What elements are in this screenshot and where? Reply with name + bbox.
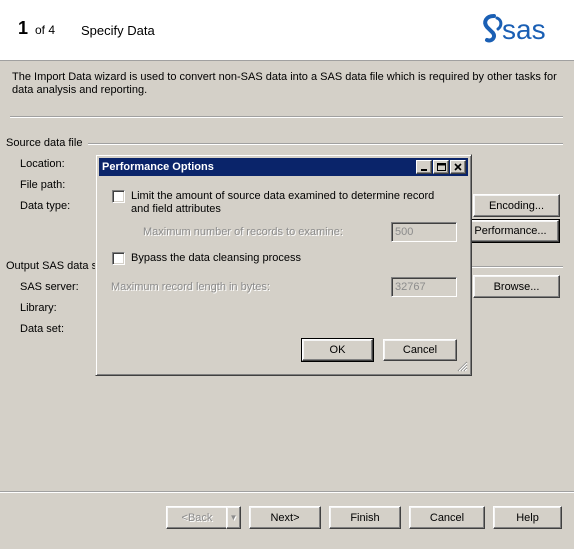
max-record-length-input[interactable]: 32767 (391, 277, 457, 297)
output-section-title: Output SAS data s (6, 260, 104, 272)
minimize-icon[interactable] (416, 160, 432, 174)
step-of-total: of 4 (35, 23, 56, 37)
dialog-title: Performance Options (102, 161, 214, 173)
resize-grip-icon[interactable] (456, 360, 468, 372)
next-button[interactable]: Next> (249, 506, 321, 529)
encoding-button[interactable]: Encoding... (473, 194, 560, 217)
source-section-line (10, 143, 563, 145)
bypass-cleansing-checkbox[interactable] (112, 252, 125, 265)
ok-button-label: OK (329, 344, 346, 356)
library-label: Library: (20, 302, 57, 314)
back-button[interactable]: <Back (166, 506, 228, 529)
bypass-cleansing-label: Bypass the data cleansing process (131, 252, 301, 264)
max-records-label: Maximum number of records to examine: (143, 226, 343, 238)
help-button[interactable]: Help (493, 506, 562, 529)
browse-button[interactable]: Browse... (473, 275, 560, 298)
finish-button[interactable]: Finish (329, 506, 401, 529)
next-button-label: Next> (270, 511, 300, 524)
sas-server-label: SAS server: (20, 281, 79, 293)
cancel-button[interactable]: Cancel (409, 506, 485, 529)
dialog-cancel-button[interactable]: Cancel (383, 339, 457, 361)
max-record-length-label: Maximum record length in bytes: (111, 281, 270, 293)
maximize-icon[interactable] (433, 160, 449, 174)
dialog-cancel-button-label: Cancel (402, 344, 438, 356)
footer-separator (0, 491, 574, 493)
back-dropdown-button[interactable]: ▼ (226, 506, 241, 529)
back-button-label: <Back (181, 511, 213, 524)
close-icon[interactable] (450, 160, 466, 174)
limit-data-label: Limit the amount of source data examined… (131, 190, 435, 215)
source-section-title: Source data file (6, 137, 89, 149)
performance-button[interactable]: Performance... (461, 219, 560, 243)
encoding-button-label: Encoding... (488, 199, 545, 212)
limit-data-checkbox[interactable] (112, 190, 125, 203)
data-type-label: Data type: (20, 200, 71, 212)
performance-button-label: Performance... (474, 225, 547, 237)
max-records-input[interactable]: 500 (391, 222, 457, 242)
sas-logo: sas (480, 12, 562, 46)
ok-button[interactable]: OK (301, 338, 374, 362)
sas-logo-icon: sas (483, 14, 546, 45)
file-path-label: File path: (20, 179, 66, 191)
dialog-title-bar[interactable]: Performance Options (99, 158, 468, 176)
chevron-down-icon: ▼ (229, 513, 238, 522)
performance-options-dialog: Performance Options Limit the amount of … (95, 154, 472, 376)
location-label: Location: (20, 158, 65, 170)
sas-logo-text: sas (502, 14, 546, 45)
cancel-button-label: Cancel (429, 511, 465, 524)
data-set-label: Data set: (20, 323, 65, 335)
step-number: 1 (18, 18, 29, 38)
step-title: Specify Data (81, 23, 155, 38)
browse-button-label: Browse... (493, 280, 540, 293)
description-separator (10, 116, 563, 118)
help-button-label: Help (516, 511, 539, 524)
wizard-description: The Import Data wizard is used to conver… (12, 71, 557, 96)
finish-button-label: Finish (350, 511, 380, 524)
